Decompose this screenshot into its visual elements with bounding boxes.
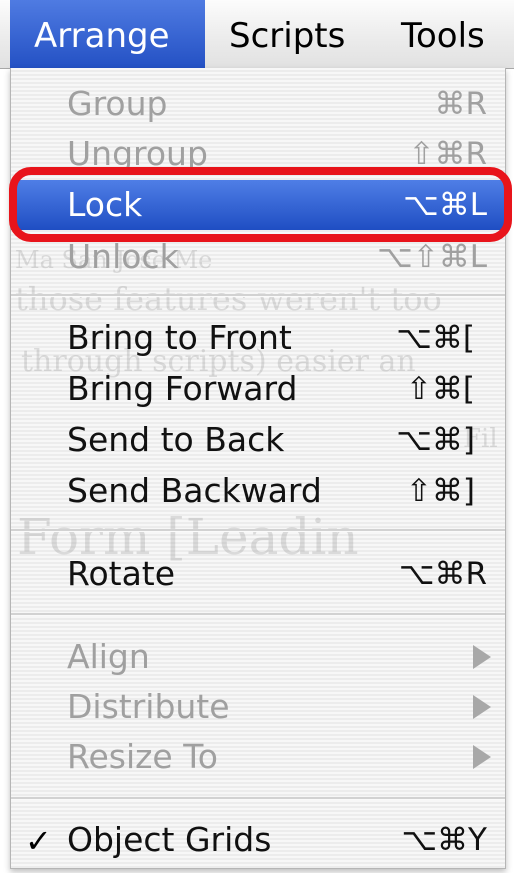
menu-item-shortcut: ⌥⇧⌘L xyxy=(377,239,487,275)
menu-item-label: Group xyxy=(67,84,168,123)
menu-arrange[interactable]: Arrange xyxy=(10,0,205,68)
menu-scripts[interactable]: Scripts xyxy=(205,0,375,68)
menu-item-label: Lock xyxy=(67,185,143,224)
menu-arrange-label: Arrange xyxy=(34,16,170,56)
menu-item-shortcut: ⇧⌘[ xyxy=(405,371,475,407)
menu-item-label: Bring to Front xyxy=(67,318,292,357)
menu-item-resize-to[interactable]: Resize To xyxy=(11,732,505,782)
menu-item-label: Send Backward xyxy=(67,471,322,510)
menu-item-align[interactable]: Align xyxy=(11,632,505,682)
arrange-menu: Ma San Jose Me those features weren't to… xyxy=(10,68,506,869)
menu-tools[interactable]: Tools xyxy=(375,0,514,68)
checkmark-icon: ✓ xyxy=(25,822,52,860)
menu-item-rotate[interactable]: Rotate ⌥⌘R xyxy=(11,549,505,599)
menu-separator xyxy=(11,529,505,532)
menu-item-object-grids[interactable]: ✓ Object Grids ⌥⌘Y xyxy=(11,815,505,865)
menu-bar: Arrange Scripts Tools xyxy=(0,0,514,69)
menu-item-ungroup[interactable]: Ungroup ⇧⌘R xyxy=(11,129,505,179)
menu-item-label: Distribute xyxy=(67,687,230,726)
menu-item-shortcut: ⇧⌘R xyxy=(408,136,487,172)
menu-item-shortcut: ⌥⌘[ xyxy=(396,320,475,356)
menu-tools-label: Tools xyxy=(401,16,485,56)
menu-item-shortcut: ⌥⌘Y xyxy=(401,822,487,858)
menu-item-shortcut: ⌘R xyxy=(434,86,487,122)
submenu-arrow-icon xyxy=(473,695,491,719)
menu-item-bring-to-front[interactable]: Bring to Front ⌥⌘[ xyxy=(11,313,505,363)
menu-item-shortcut: ⌥⌘R xyxy=(398,556,487,592)
menu-item-send-to-back[interactable]: Send to Back ⌥⌘] xyxy=(11,415,505,465)
menu-separator xyxy=(11,613,505,616)
menu-item-bring-forward[interactable]: Bring Forward ⇧⌘[ xyxy=(11,364,505,414)
menu-item-group[interactable]: Group ⌘R xyxy=(11,79,505,129)
menu-item-label: Unlock xyxy=(67,237,179,276)
menu-item-lock[interactable]: Lock ⌥⌘L xyxy=(11,180,505,230)
menu-item-label: Ungroup xyxy=(67,134,208,173)
menu-item-label: Bring Forward xyxy=(67,369,298,408)
menu-separator xyxy=(11,294,505,297)
submenu-arrow-icon xyxy=(473,645,491,669)
menu-separator xyxy=(11,797,505,800)
menu-item-label: Align xyxy=(67,637,150,676)
submenu-arrow-icon xyxy=(473,745,491,769)
menu-item-label: Object Grids xyxy=(67,820,272,859)
menu-scripts-label: Scripts xyxy=(229,16,346,56)
menu-item-label: Rotate xyxy=(67,554,176,593)
menu-item-shortcut: ⌥⌘] xyxy=(396,422,475,458)
menu-item-unlock[interactable]: Unlock ⌥⇧⌘L xyxy=(11,232,505,282)
menu-item-send-backward[interactable]: Send Backward ⇧⌘] xyxy=(11,466,505,516)
menu-item-shortcut: ⌥⌘L xyxy=(403,187,487,223)
menu-item-label: Resize To xyxy=(67,737,218,776)
menu-item-label: Send to Back xyxy=(67,420,285,459)
menu-item-shortcut: ⇧⌘] xyxy=(405,473,475,509)
menu-item-distribute[interactable]: Distribute xyxy=(11,682,505,732)
